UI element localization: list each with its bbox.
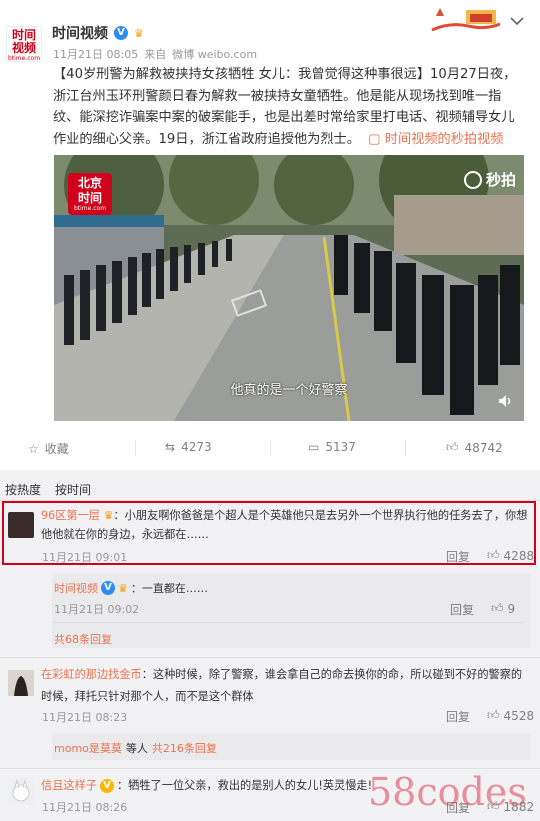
sort-time-tab[interactable]: 按时间 <box>55 481 91 498</box>
logo-domain: btime.com <box>73 205 107 212</box>
video-channel-logo: 北京 时间 btime.com <box>68 173 112 215</box>
commenter-avatar[interactable] <box>8 512 34 538</box>
thumb-up-icon: 👍︎ <box>491 601 504 615</box>
commenter-avatar[interactable] <box>8 670 34 696</box>
comment-username[interactable]: 在彩虹的那边找金币 <box>41 668 142 681</box>
comment-time: 11月21日 09:01 <box>42 551 128 564</box>
comment-username[interactable]: 96区第一层 <box>41 509 100 522</box>
repost-button[interactable]: ⇆ 4273 <box>165 440 212 454</box>
comment-like-button[interactable]: 👍︎ 4528 <box>487 708 534 723</box>
member-crown-icon: ♛ <box>103 509 114 522</box>
thumb-up-icon: 👍︎ <box>487 548 500 562</box>
source-prefix: 来自 <box>144 48 167 61</box>
site-watermark: 58codes <box>368 770 527 814</box>
video-link-icon: ▢ <box>368 131 385 147</box>
logo-bottom-text: 时间 <box>77 191 102 205</box>
post-headline: 【40岁刑警为解救被挟持女孩牺牲 女儿：我曾觉得这种事很远】 <box>53 67 431 82</box>
sub-reply-time: 11月21日 09:02 <box>54 603 140 616</box>
chevron-down-icon[interactable] <box>510 14 524 30</box>
sub-reply-button[interactable]: 回复 <box>450 601 474 618</box>
video-player[interactable]: 北京 时间 btime.com 秒拍 他真的是一个好警察 <box>54 155 524 421</box>
comment-time: 11月21日 08:23 <box>42 711 128 724</box>
member-crown-icon: ♛ <box>118 581 128 595</box>
video-watermark: 秒拍 <box>463 169 516 190</box>
reply-button[interactable]: 回复 <box>446 708 470 725</box>
comment-text: 在彩虹的那边找金币：这种时候，除了警察，谁会拿自己的命去换你的命，所以碰到不好的… <box>41 668 523 703</box>
comment-like-button[interactable]: 👍︎ 4288 <box>487 548 534 563</box>
miaopai-icon <box>463 170 482 189</box>
thumb-up-icon: 👍︎ <box>487 708 500 722</box>
reply-summary[interactable]: momo是莫莫 等人 共216条回复 <box>54 740 217 756</box>
video-link[interactable]: ▢ 时间视频的秒拍视频 <box>368 132 503 147</box>
post-text: 【40岁刑警为解救被挟持女孩牺牲 女儿：我曾觉得这种事很远】10月27日夜，浙江… <box>53 64 525 150</box>
like-button[interactable]: 👍︎ 48742 <box>446 440 503 455</box>
video-subtitle: 他真的是一个好警察 <box>230 383 348 398</box>
volume-icon[interactable] <box>498 394 514 411</box>
more-replies-link[interactable]: 共216条回复 <box>152 740 217 756</box>
more-replies-link[interactable]: 共68条回复 <box>54 631 112 647</box>
avatar-domain: btime.com <box>7 55 41 62</box>
avatar-logo-text: 时间视频 <box>11 28 36 55</box>
author-name[interactable]: 时间视频 <box>52 23 108 43</box>
post-source[interactable]: 微博 weibo.com <box>172 46 257 62</box>
verified-icon: V <box>114 26 128 40</box>
star-icon: ☆ <box>28 441 39 456</box>
thumb-up-icon: 👍︎ <box>446 440 459 454</box>
member-crown-icon: ♛ <box>134 26 144 40</box>
reply-button[interactable]: 回复 <box>446 548 470 565</box>
comment-text: 96区第一层 ♛：小朋友啊你爸爸是个超人是个英雄他只是去另外一个世界执行他的任务… <box>41 506 529 544</box>
comment-icon: ▭ <box>308 440 320 454</box>
comment-button[interactable]: ▭ 5137 <box>308 440 356 454</box>
verified-icon: V <box>99 779 114 793</box>
repost-icon: ⇆ <box>165 440 176 454</box>
sub-reply-text: 时间视频 V ♛ ：一直都在…… <box>54 580 208 596</box>
verified-icon: V <box>101 581 115 595</box>
reply-summary-user[interactable]: momo是莫莫 <box>54 740 122 756</box>
comment-username[interactable]: 信且这样子 <box>41 776 97 796</box>
author-avatar[interactable]: 时间视频 btime.com <box>6 26 42 62</box>
commenter-avatar[interactable] <box>8 778 34 804</box>
comment-time: 11月21日 08:26 <box>42 801 128 814</box>
post-time[interactable]: 11月21日 08:05 <box>53 46 138 62</box>
festival-banner <box>430 4 502 34</box>
favorite-button[interactable]: ☆ 收藏 <box>28 440 69 457</box>
sub-reply-like-button[interactable]: 👍︎ 9 <box>491 601 515 616</box>
sort-hot-tab[interactable]: 按热度 <box>5 481 41 498</box>
sub-reply-username[interactable]: 时间视频 <box>54 580 98 596</box>
logo-top-text: 北京 <box>77 176 102 190</box>
